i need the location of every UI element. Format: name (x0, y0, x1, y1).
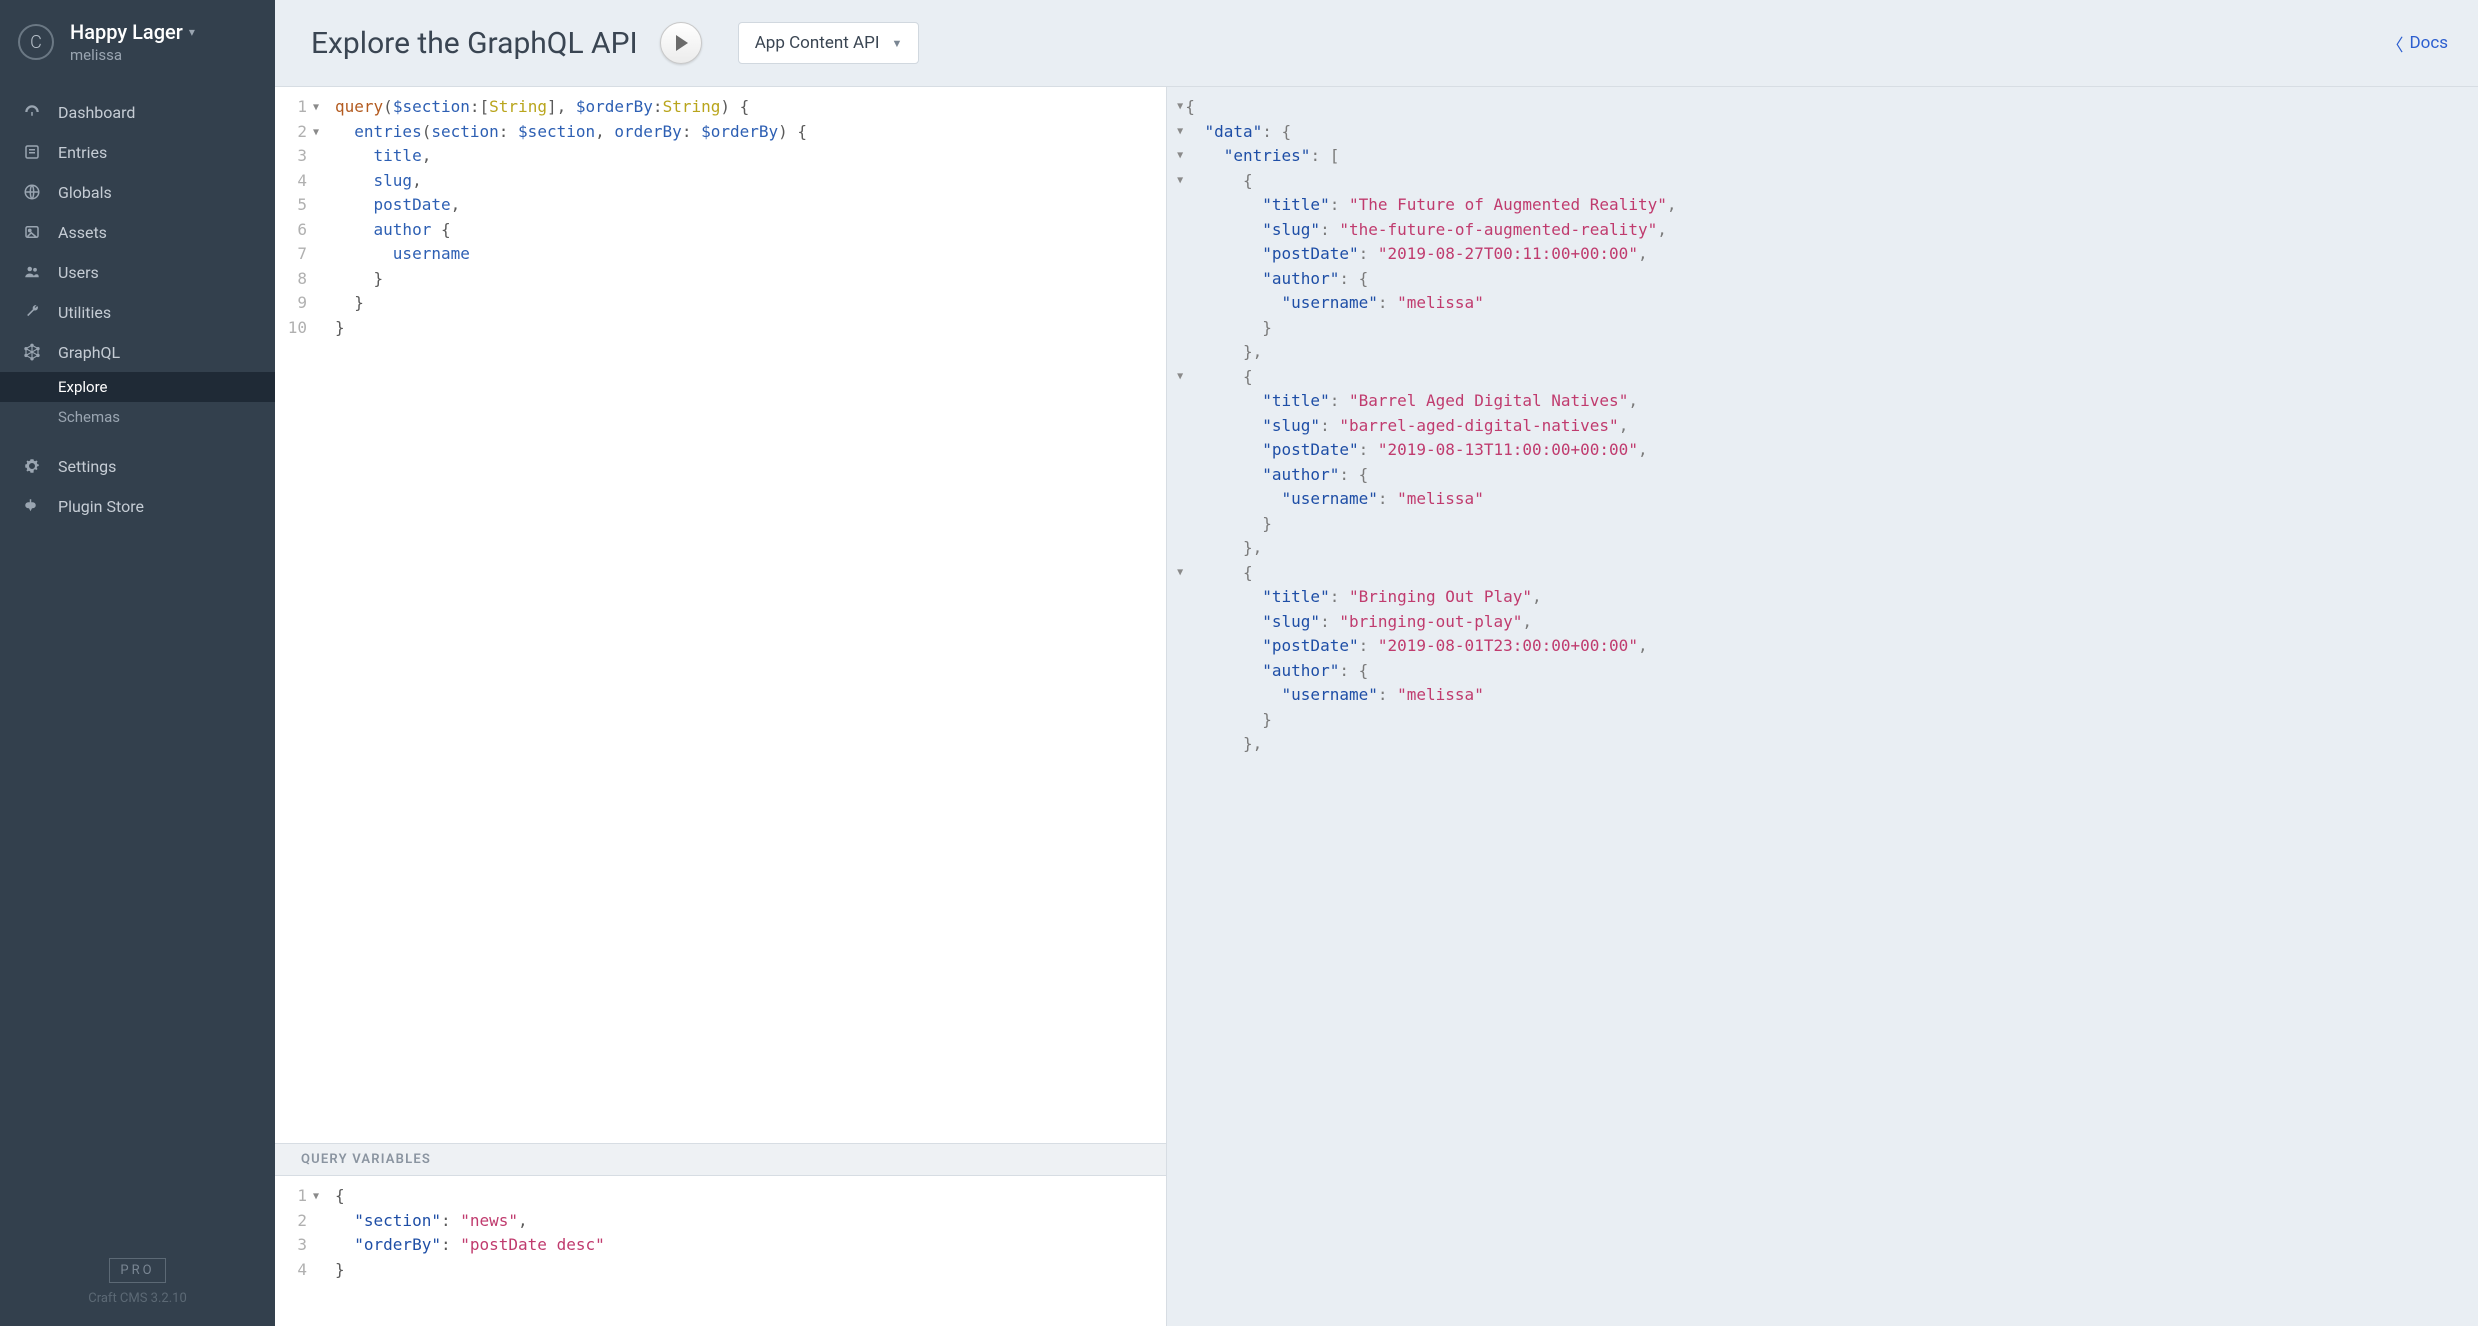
gear-icon (22, 456, 42, 476)
chevron-left-icon: 〈 (2386, 31, 2403, 56)
result-panel: ▼{▼ "data": {▼ "entries": [▼ { "title": … (1167, 87, 2478, 1326)
dashboard-icon (22, 102, 42, 122)
fold-toggle-icon[interactable]: ▼ (1167, 365, 1185, 390)
nav-assets[interactable]: Assets (0, 212, 275, 252)
docs-label: Docs (2409, 33, 2448, 53)
nav-assets-label: Assets (58, 223, 107, 242)
variables-code[interactable]: { "section": "news", "orderBy": "postDat… (317, 1184, 1166, 1326)
fold-toggle-icon[interactable]: ▼ (1167, 95, 1185, 120)
current-user: melissa (70, 46, 195, 64)
nav-graphql[interactable]: GraphQL (0, 332, 275, 372)
main-content: Explore the GraphQL API App Content API … (275, 0, 2478, 1326)
nav-users[interactable]: Users (0, 252, 275, 292)
query-panel: 1▼2▼345678910 query($section:[String], $… (275, 87, 1167, 1326)
nav-graphql-label: GraphQL (58, 343, 120, 362)
query-variables-header[interactable]: QUERY VARIABLES (275, 1143, 1166, 1176)
nav-plugin-store-label: Plugin Store (58, 497, 144, 516)
graphql-icon (22, 342, 42, 362)
chevron-down-icon: ▾ (189, 25, 195, 39)
primary-nav: Dashboard Entries Globals Assets Users U… (0, 82, 275, 1238)
wrench-icon (22, 302, 42, 322)
nav-dashboard-label: Dashboard (58, 103, 135, 122)
caret-down-icon: ▼ (891, 37, 902, 50)
sidebar-footer: PRO Craft CMS 3.2.10 (0, 1238, 275, 1326)
nav-globals-label: Globals (58, 183, 112, 202)
graphiql-panels: 1▼2▼345678910 query($section:[String], $… (275, 86, 2478, 1326)
nav-entries-label: Entries (58, 143, 107, 162)
docs-toggle[interactable]: 〈 Docs (2386, 31, 2448, 56)
play-icon (676, 35, 688, 51)
nav-settings[interactable]: Settings (0, 446, 275, 486)
nav-entries[interactable]: Entries (0, 132, 275, 172)
result-json[interactable]: ▼{▼ "data": {▼ "entries": [▼ { "title": … (1167, 87, 2478, 777)
schema-selector[interactable]: App Content API ▼ (738, 22, 920, 64)
nav-graphql-schemas[interactable]: Schemas (0, 402, 275, 432)
site-header: C Happy Lager ▾ melissa (0, 0, 275, 82)
globe-icon (22, 182, 42, 202)
nav-globals[interactable]: Globals (0, 172, 275, 212)
fold-toggle-icon[interactable]: ▼ (1167, 144, 1185, 169)
fold-toggle-icon[interactable]: ▼ (313, 121, 319, 146)
nav-graphql-explore[interactable]: Explore (0, 372, 275, 402)
variables-gutter: 1▼234 (275, 1184, 317, 1326)
entries-icon (22, 142, 42, 162)
query-editor[interactable]: 1▼2▼345678910 query($section:[String], $… (275, 87, 1166, 1143)
site-switcher[interactable]: Happy Lager ▾ (70, 20, 195, 44)
nav-utilities[interactable]: Utilities (0, 292, 275, 332)
query-gutter: 1▼2▼345678910 (275, 95, 317, 1143)
nav-plugin-store[interactable]: Plugin Store (0, 486, 275, 526)
sidebar: C Happy Lager ▾ melissa Dashboard Entrie… (0, 0, 275, 1326)
page-title: Explore the GraphQL API (311, 26, 638, 61)
nav-dashboard[interactable]: Dashboard (0, 92, 275, 132)
schema-selector-label: App Content API (755, 33, 880, 53)
query-code[interactable]: query($section:[String], $orderBy:String… (317, 95, 1166, 1143)
plug-icon (22, 496, 42, 516)
image-icon (22, 222, 42, 242)
site-badge: C (18, 24, 54, 60)
fold-toggle-icon[interactable]: ▼ (313, 1185, 319, 1210)
fold-toggle-icon[interactable]: ▼ (1167, 120, 1185, 145)
nav-settings-label: Settings (58, 457, 116, 476)
site-name-label: Happy Lager (70, 20, 183, 44)
version-label: Craft CMS 3.2.10 (20, 1291, 255, 1306)
nav-utilities-label: Utilities (58, 303, 111, 322)
fold-toggle-icon[interactable]: ▼ (1167, 169, 1185, 194)
topbar: Explore the GraphQL API App Content API … (275, 0, 2478, 86)
edition-badge: PRO (109, 1258, 165, 1283)
nav-users-label: Users (58, 263, 99, 282)
users-icon (22, 262, 42, 282)
execute-query-button[interactable] (660, 22, 702, 64)
fold-toggle-icon[interactable]: ▼ (1167, 561, 1185, 586)
variables-editor[interactable]: 1▼234 { "section": "news", "orderBy": "p… (275, 1176, 1166, 1326)
fold-toggle-icon[interactable]: ▼ (313, 96, 319, 121)
